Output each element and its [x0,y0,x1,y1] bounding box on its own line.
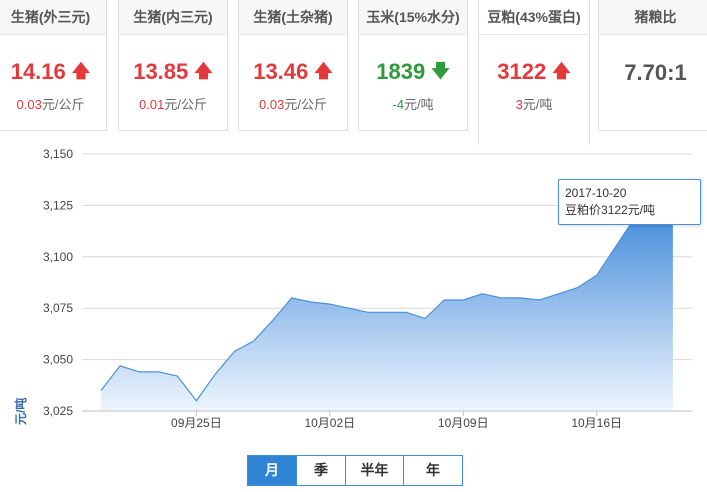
range-year-button[interactable]: 年 [404,456,462,485]
price-area [101,203,673,411]
range-half-year-button[interactable]: 半年 [346,456,404,485]
y-tick-label: 3,125 [43,198,73,212]
price-card-corn[interactable]: 玉米(15%水分) 1839 🡇 -4元/吨 [358,0,468,131]
y-tick-label: 3,025 [43,404,73,418]
range-quarter-button[interactable]: 季 [297,456,346,485]
card-price: 13.46 🡅 [239,56,347,87]
price-card-pig-local[interactable]: 生猪(土杂猪) 13.46 🡅 0.03元/公斤 [238,0,348,131]
price-card-pig-grain-ratio[interactable]: 猪粮比 7.70:1 [598,0,707,131]
card-price: 7.70:1 [624,60,687,85]
card-change: -4元/吨 [392,97,434,112]
y-tick-label: 3,150 [43,147,73,161]
y-axis-ticks: 3,025 3,050 3,075 3,100 3,125 3,150 [43,147,73,418]
card-title: 生猪(外三元) [0,0,106,35]
chart-tooltip: 2017-10-20 豆粕价3122元/吨 [558,179,701,225]
card-price: 14.16 🡅 [0,56,106,87]
card-title: 猪粮比 [599,0,707,35]
price-cards: 生猪(外三元) 14.16 🡅 0.03元/公斤 生猪(内三元) 13.85 🡅 0… [0,0,707,145]
tooltip-date: 2017-10-20 [565,186,627,200]
card-title: 生猪(土杂猪) [239,0,347,35]
card-title: 玉米(15%水分) [359,0,467,35]
price-card-pig-external[interactable]: 生猪(外三元) 14.16 🡅 0.03元/公斤 [0,0,107,131]
y-axis-title: 元/吨 [13,398,28,425]
y-tick-label: 3,075 [43,301,73,315]
card-change: 0.03元/公斤 [16,97,85,112]
y-tick-label: 3,050 [43,353,73,367]
y-tick-label: 3,100 [43,250,73,264]
x-axis-ticks: 09月25日 10月02日 10月09日 10月16日 [171,411,622,430]
arrow-up-icon: 🡅 [71,61,91,81]
arrow-up-icon: 🡅 [194,61,213,81]
x-tick-label: 10月02日 [304,416,355,430]
card-change: 3元/吨 [515,97,553,112]
price-card-soymeal[interactable]: 豆粕(43%蛋白) 3122 🡅 3元/吨 [478,0,590,145]
arrow-up-icon: 🡅 [552,61,571,81]
x-tick-label: 09月25日 [171,416,222,430]
range-selector: 月 季 半年 年 [247,455,463,486]
x-tick-label: 10月09日 [438,416,489,430]
price-card-pig-internal[interactable]: 生猪(内三元) 13.85 🡅 0.01元/公斤 [118,0,228,131]
card-title: 生猪(内三元) [119,0,227,35]
card-title: 豆粕(43%蛋白) [479,0,589,35]
card-price: 1839 🡇 [359,56,467,87]
tooltip-value: 豆粕价3122元/吨 [565,203,656,217]
card-change: 0.01元/公斤 [139,97,207,112]
card-price: 13.85 🡅 [119,56,227,87]
arrow-down-icon: 🡇 [431,61,450,81]
x-tick-label: 10月16日 [571,416,622,430]
card-price: 3122 🡅 [479,56,589,87]
card-change: 0.03元/公斤 [259,97,327,112]
range-month-button[interactable]: 月 [248,456,297,485]
arrow-up-icon: 🡅 [314,61,333,81]
